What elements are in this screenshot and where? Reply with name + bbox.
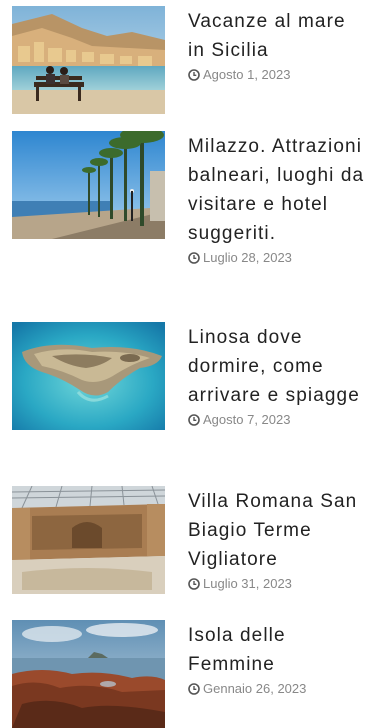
- post-date: Agosto 1, 2023: [203, 67, 291, 82]
- post-title-link[interactable]: Villa Romana San Biagio Terme Vigliatore: [188, 487, 366, 574]
- clock-icon: [188, 252, 200, 264]
- post-meta: Agosto 7, 2023: [188, 412, 366, 428]
- rocky-coast-photo: [12, 620, 165, 728]
- clock-icon: [188, 578, 200, 590]
- clock-icon: [188, 414, 200, 426]
- post-info: Villa Romana San Biagio Terme Vigliatore…: [188, 486, 366, 592]
- post-info: Milazzo. Attrazioni balneari, luoghi da …: [188, 131, 366, 266]
- post-thumbnail[interactable]: [12, 6, 165, 114]
- post-meta: Luglio 28, 2023: [188, 250, 366, 266]
- post-title-link[interactable]: Linosa dove dormire, come arrivare e spi…: [188, 323, 366, 410]
- island-aerial-photo: [12, 322, 165, 430]
- post-title-link[interactable]: Vacanze al mare in Sicilia: [188, 7, 366, 65]
- post-thumbnail[interactable]: [12, 486, 165, 594]
- post-info: Vacanze al mare in Sicilia Agosto 1, 202…: [188, 6, 366, 83]
- palm-promenade-photo: [12, 131, 165, 239]
- post-date: Luglio 31, 2023: [203, 576, 292, 591]
- post-date: Agosto 7, 2023: [203, 412, 291, 427]
- roman-villa-photo: [12, 486, 165, 594]
- clock-icon: [188, 683, 200, 695]
- post-meta: Agosto 1, 2023: [188, 67, 366, 83]
- post-thumbnail[interactable]: [12, 322, 165, 430]
- post-info: Linosa dove dormire, come arrivare e spi…: [188, 322, 366, 428]
- post-meta: Luglio 31, 2023: [188, 576, 366, 592]
- post-info: Isola delle Femmine Gennaio 26, 2023: [188, 620, 366, 697]
- post-thumbnail[interactable]: [12, 131, 165, 239]
- post-title-link[interactable]: Milazzo. Attrazioni balneari, luoghi da …: [188, 132, 366, 248]
- post-meta: Gennaio 26, 2023: [188, 681, 366, 697]
- post-date: Gennaio 26, 2023: [203, 681, 307, 696]
- seaside-town-photo: [12, 6, 165, 114]
- post-date: Luglio 28, 2023: [203, 250, 292, 265]
- post-title-link[interactable]: Isola delle Femmine: [188, 621, 366, 679]
- clock-icon: [188, 69, 200, 81]
- post-thumbnail[interactable]: [12, 620, 165, 728]
